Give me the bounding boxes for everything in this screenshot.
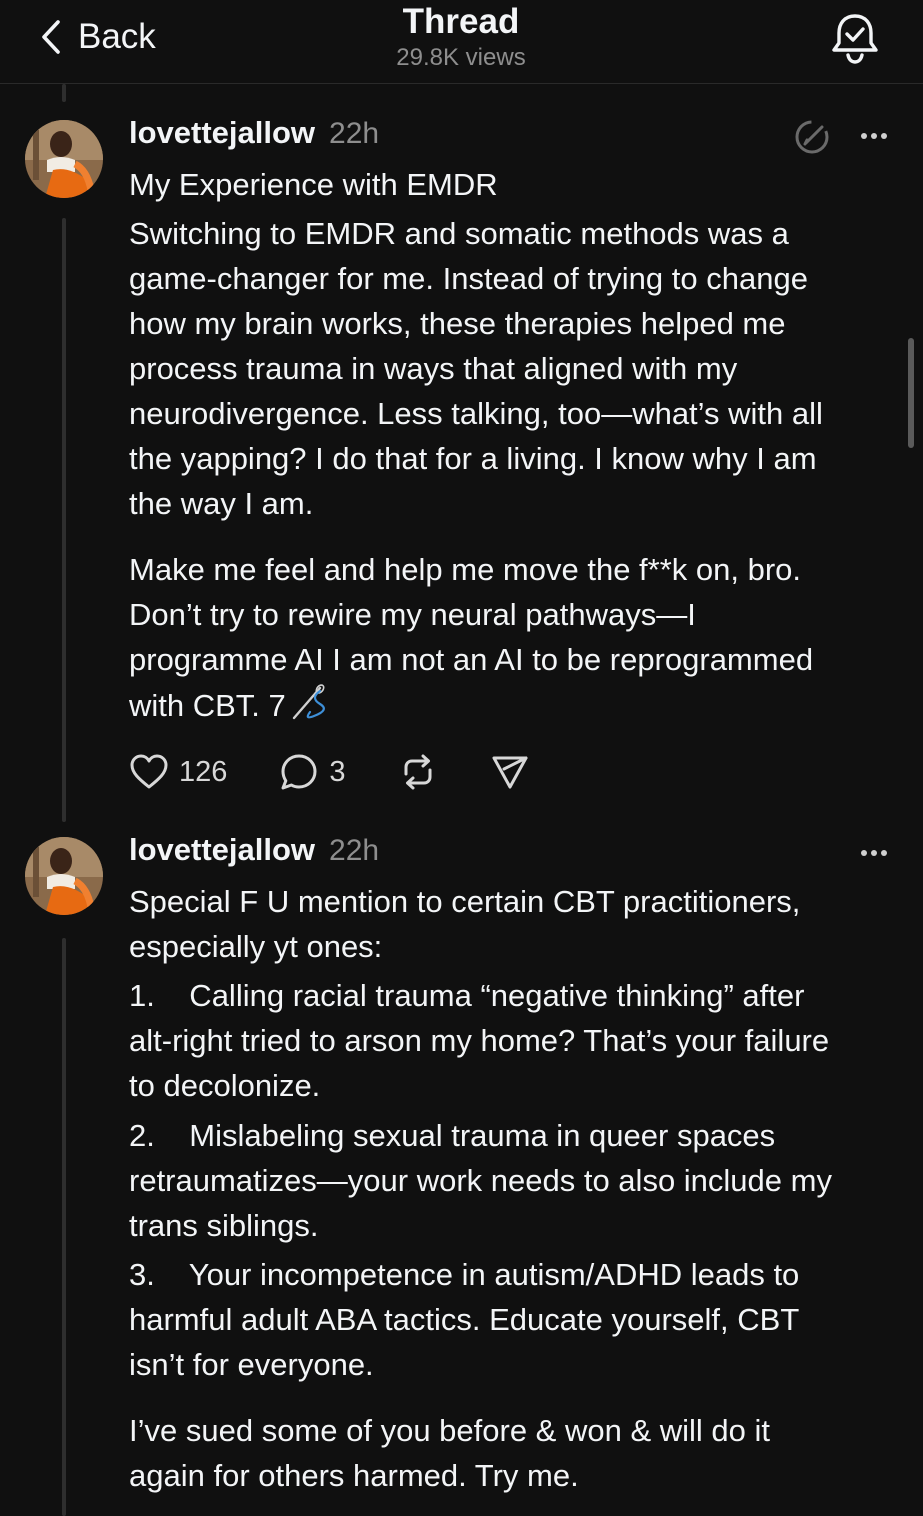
repost-button[interactable] <box>398 752 438 792</box>
ellipsis-icon <box>856 133 892 152</box>
view-count: 29.8K views <box>396 44 526 71</box>
like-button[interactable]: 126 <box>129 753 227 791</box>
post-header: lovettejallow 22h <box>129 832 379 872</box>
list-item: 2. Mislabeling sexual trauma in queer sp… <box>129 1118 832 1243</box>
repost-icon <box>398 752 438 792</box>
back-label: Back <box>78 17 156 56</box>
post-body-paragraph: Switching to EMDR and somatic methods wa… <box>129 216 823 521</box>
username[interactable]: lovettejallow <box>129 115 315 151</box>
timestamp: 22h <box>329 834 380 867</box>
list-item: 3. Your incompetence in autism/ADHD lead… <box>129 1257 800 1382</box>
heart-icon <box>129 753 169 791</box>
post-body-paragraph: Make me feel and help me move the f**k o… <box>129 547 899 734</box>
scrollbar[interactable] <box>908 338 914 448</box>
avatar[interactable] <box>25 837 103 915</box>
more-options-button[interactable] <box>856 124 892 148</box>
bell-check-icon <box>828 14 882 70</box>
post-body-paragraph: Special F U mention to certain CBT pract… <box>129 884 801 964</box>
post-action-bar: 126 3 <box>129 750 530 794</box>
share-button[interactable] <box>490 752 530 792</box>
reply-count: 3 <box>329 755 346 788</box>
username[interactable]: lovettejallow <box>129 832 315 868</box>
comment-bubble-icon <box>279 752 319 792</box>
send-icon <box>490 752 530 792</box>
list-item: 1. Calling racial trauma “negative think… <box>129 978 830 1103</box>
post-title: My Experience with EMDR <box>129 167 498 202</box>
post-header: lovettejallow 22h <box>129 115 379 155</box>
reply-button[interactable]: 3 <box>279 752 346 792</box>
needle-thread-icon <box>290 682 330 734</box>
more-options-button[interactable] <box>856 841 892 865</box>
avatar[interactable] <box>25 120 103 198</box>
thread-connector-post-2 <box>62 938 66 1516</box>
thread-header: Back Thread 29.8K views <box>0 0 923 84</box>
header-title-block: Thread 29.8K views <box>261 0 661 73</box>
ellipsis-icon <box>856 850 892 869</box>
thread-connector-top <box>62 84 66 102</box>
edit-compose-icon[interactable] <box>793 118 831 156</box>
page-title: Thread <box>402 2 520 41</box>
post-body-text: Make me feel and help me move the f**k o… <box>129 552 814 723</box>
back-button[interactable]: Back <box>38 14 156 60</box>
notification-bell-button[interactable] <box>828 10 882 66</box>
post-closing-paragraph: I’ve sued some of you before & won & wil… <box>129 1413 770 1493</box>
like-count: 126 <box>179 755 228 788</box>
thread-connector-post-1 <box>62 218 66 822</box>
chevron-left-icon <box>38 17 64 57</box>
timestamp: 22h <box>329 117 380 150</box>
